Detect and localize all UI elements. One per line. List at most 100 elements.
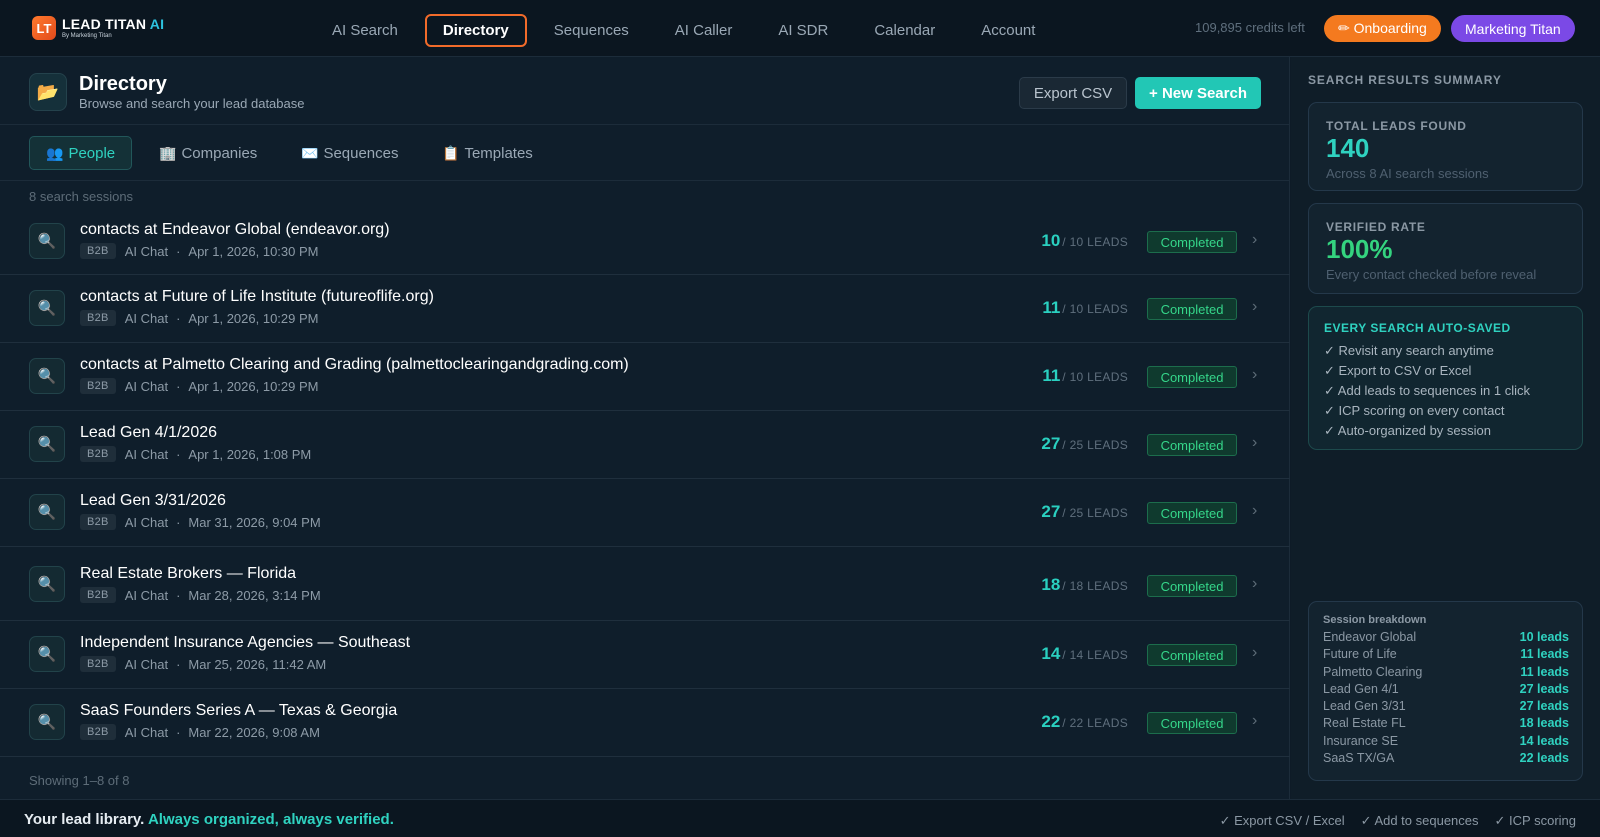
leads-found: 18 bbox=[1041, 575, 1061, 594]
nav-ai-caller[interactable]: AI Caller bbox=[656, 14, 752, 47]
search-icon: 🔍 bbox=[29, 494, 65, 530]
page-header: 📂 Directory Browse and search your lead … bbox=[0, 57, 1290, 125]
session-title: contacts at Future of Life Institute (fu… bbox=[80, 288, 434, 305]
nav-sequences[interactable]: Sequences bbox=[535, 14, 648, 47]
summary-heading: SEARCH RESULTS SUMMARY bbox=[1308, 73, 1502, 87]
chevron-right-icon[interactable]: › bbox=[1252, 502, 1257, 520]
lead-count: 27 / 25 LEADS bbox=[1041, 502, 1128, 522]
export-csv-button[interactable]: Export CSV bbox=[1019, 77, 1127, 109]
leads-target: / 10 LEADS bbox=[1062, 370, 1128, 384]
chevron-right-icon[interactable]: › bbox=[1252, 434, 1257, 452]
leads-found: 11 bbox=[1042, 298, 1061, 317]
onboarding-button[interactable]: ✏ Onboarding bbox=[1324, 15, 1441, 42]
breakdown-row: Future of Life 11 leads bbox=[1323, 647, 1569, 662]
leads-found: 11 bbox=[1042, 366, 1061, 385]
b2b-badge: B2B bbox=[80, 446, 116, 462]
session-date: Apr 1, 2026, 10:29 PM bbox=[188, 378, 319, 394]
lead-count: 11 / 10 LEADS bbox=[1042, 366, 1128, 386]
status-badge: Completed bbox=[1147, 298, 1237, 320]
card-label: TOTAL LEADS FOUND bbox=[1326, 119, 1467, 133]
session-row[interactable]: 🔍 contacts at Future of Life Institute (… bbox=[0, 275, 1290, 343]
leads-target: / 22 LEADS bbox=[1062, 716, 1128, 730]
sessions-count: 8 search sessions bbox=[29, 189, 134, 204]
session-source: AI Chat bbox=[124, 514, 169, 530]
b2b-badge: B2B bbox=[80, 378, 116, 394]
brand-tagline: By Marketing Titan bbox=[62, 33, 112, 39]
tab-templates[interactable]: 📋 Templates bbox=[426, 136, 549, 170]
status-badge: Completed bbox=[1147, 644, 1237, 666]
session-date: Mar 31, 2026, 9:04 PM bbox=[188, 514, 321, 530]
session-row[interactable]: 🔍 Lead Gen 3/31/2026 B2B AI Chat · Mar 31… bbox=[0, 479, 1290, 547]
chevron-right-icon[interactable]: › bbox=[1252, 298, 1257, 316]
search-icon: 🔍 bbox=[29, 358, 65, 394]
leads-target: / 25 LEADS bbox=[1062, 506, 1128, 520]
chevron-right-icon[interactable]: › bbox=[1252, 575, 1257, 593]
session-title: Independent Insurance Agencies — Southea… bbox=[80, 634, 411, 651]
leads-found: 14 bbox=[1041, 644, 1061, 663]
tab-companies[interactable]: 🏢 Companies bbox=[143, 136, 273, 170]
status-badge: Completed bbox=[1147, 575, 1237, 597]
b2b-badge: B2B bbox=[80, 656, 116, 672]
directory-tabs: 👥 People 🏢 Companies ✉️ Sequences 📋 Temp… bbox=[0, 125, 1290, 181]
breakdown-row: Lead Gen 3/31 27 leads bbox=[1323, 699, 1569, 714]
nav-calendar[interactable]: Calendar bbox=[855, 14, 954, 47]
autosave-list: ✓ Revisit any search anytime ✓ Export to… bbox=[1324, 341, 1530, 441]
directory-main: 📂 Directory Browse and search your lead … bbox=[0, 57, 1290, 799]
leads-target: / 25 LEADS bbox=[1062, 438, 1128, 452]
feature-export: ✓ Export CSV / Excel bbox=[1219, 813, 1345, 828]
autosave-item: ✓ Auto-organized by session bbox=[1324, 423, 1491, 438]
breakdown-row: Real Estate FL 18 leads bbox=[1323, 716, 1569, 731]
breakdown-row: Insurance SE 14 leads bbox=[1323, 733, 1569, 748]
session-row[interactable]: 🔍 contacts at Palmetto Clearing and Grad… bbox=[0, 343, 1290, 411]
feature-sequences: ✓ Add to sequences bbox=[1360, 813, 1479, 828]
b2b-badge: B2B bbox=[80, 514, 116, 530]
search-icon: 🔍 bbox=[29, 290, 65, 326]
status-badge: Completed bbox=[1147, 231, 1237, 253]
lead-count: 27 / 25 LEADS bbox=[1041, 434, 1128, 454]
search-icon: 🔍 bbox=[29, 566, 65, 602]
session-meta: B2B AI Chat · Apr 1, 2026, 10:30 PM bbox=[80, 243, 319, 259]
page-subtitle: Browse and search your lead database bbox=[79, 96, 305, 111]
new-search-button[interactable]: + New Search bbox=[1135, 77, 1261, 109]
envelope-icon: ✉️ bbox=[301, 144, 319, 161]
breakdown-row: Palmetto Clearing 11 leads bbox=[1323, 664, 1569, 679]
leads-target: / 18 LEADS bbox=[1062, 579, 1128, 593]
leads-target: / 10 LEADS bbox=[1062, 235, 1128, 249]
verified-rate-card: VERIFIED RATE 100% Every contact checked… bbox=[1308, 203, 1583, 294]
session-meta: B2B AI Chat · Apr 1, 2026, 1:08 PM bbox=[80, 446, 311, 462]
summary-panel: SEARCH RESULTS SUMMARY TOTAL LEADS FOUND… bbox=[1291, 57, 1600, 799]
session-row[interactable]: 🔍 Real Estate Brokers — Florida B2B AI C… bbox=[0, 547, 1290, 621]
card-note: Every contact checked before reveal bbox=[1326, 267, 1537, 282]
status-badge: Completed bbox=[1147, 434, 1237, 456]
chevron-right-icon[interactable]: › bbox=[1252, 712, 1257, 730]
session-row[interactable]: 🔍 Lead Gen 4/1/2026 B2B AI Chat · Apr 1, … bbox=[0, 411, 1290, 479]
nav-ai-search[interactable]: AI Search bbox=[313, 14, 417, 47]
footer-tagline: Your lead library. Always organized, alw… bbox=[24, 811, 394, 828]
tab-people[interactable]: 👥 People bbox=[29, 136, 133, 170]
autosave-title: EVERY SEARCH AUTO-SAVED bbox=[1324, 321, 1511, 335]
session-source: AI Chat bbox=[124, 587, 169, 603]
account-menu-button[interactable]: Marketing Titan bbox=[1451, 15, 1575, 42]
session-row[interactable]: 🔍 Independent Insurance Agencies — South… bbox=[0, 621, 1290, 689]
pagination-info: Showing 1–8 of 8 bbox=[29, 773, 130, 788]
footer-features: ✓ Export CSV / Excel ✓ Add to sequences … bbox=[1220, 813, 1576, 829]
brand-logo[interactable]: LT LEAD TITAN AI By Marketing Titan bbox=[32, 16, 164, 40]
chevron-right-icon[interactable]: › bbox=[1252, 366, 1257, 384]
session-date: Mar 28, 2026, 3:14 PM bbox=[188, 587, 321, 603]
status-badge: Completed bbox=[1147, 502, 1237, 524]
chevron-right-icon[interactable]: › bbox=[1252, 644, 1257, 662]
total-leads-card: TOTAL LEADS FOUND 140 Across 8 AI search… bbox=[1308, 102, 1583, 191]
status-badge: Completed bbox=[1147, 366, 1237, 388]
session-meta: B2B AI Chat · Apr 1, 2026, 10:29 PM bbox=[80, 310, 319, 326]
nav-directory[interactable]: Directory bbox=[424, 14, 527, 47]
session-row[interactable]: 🔍 SaaS Founders Series A — Texas & Georg… bbox=[0, 689, 1290, 757]
autosave-item: ✓ ICP scoring on every contact bbox=[1324, 403, 1505, 418]
nav-ai-sdr[interactable]: AI SDR bbox=[759, 14, 847, 47]
session-date: Apr 1, 2026, 1:08 PM bbox=[188, 446, 312, 462]
clipboard-icon: 📋 bbox=[442, 144, 460, 161]
chevron-right-icon[interactable]: › bbox=[1252, 231, 1257, 249]
tab-sequences[interactable]: ✉️ Sequences bbox=[285, 136, 415, 170]
session-date: Apr 1, 2026, 10:29 PM bbox=[188, 310, 319, 326]
session-row[interactable]: 🔍 contacts at Endeavor Global (endeavor.… bbox=[0, 208, 1290, 275]
nav-account[interactable]: Account bbox=[962, 14, 1054, 47]
